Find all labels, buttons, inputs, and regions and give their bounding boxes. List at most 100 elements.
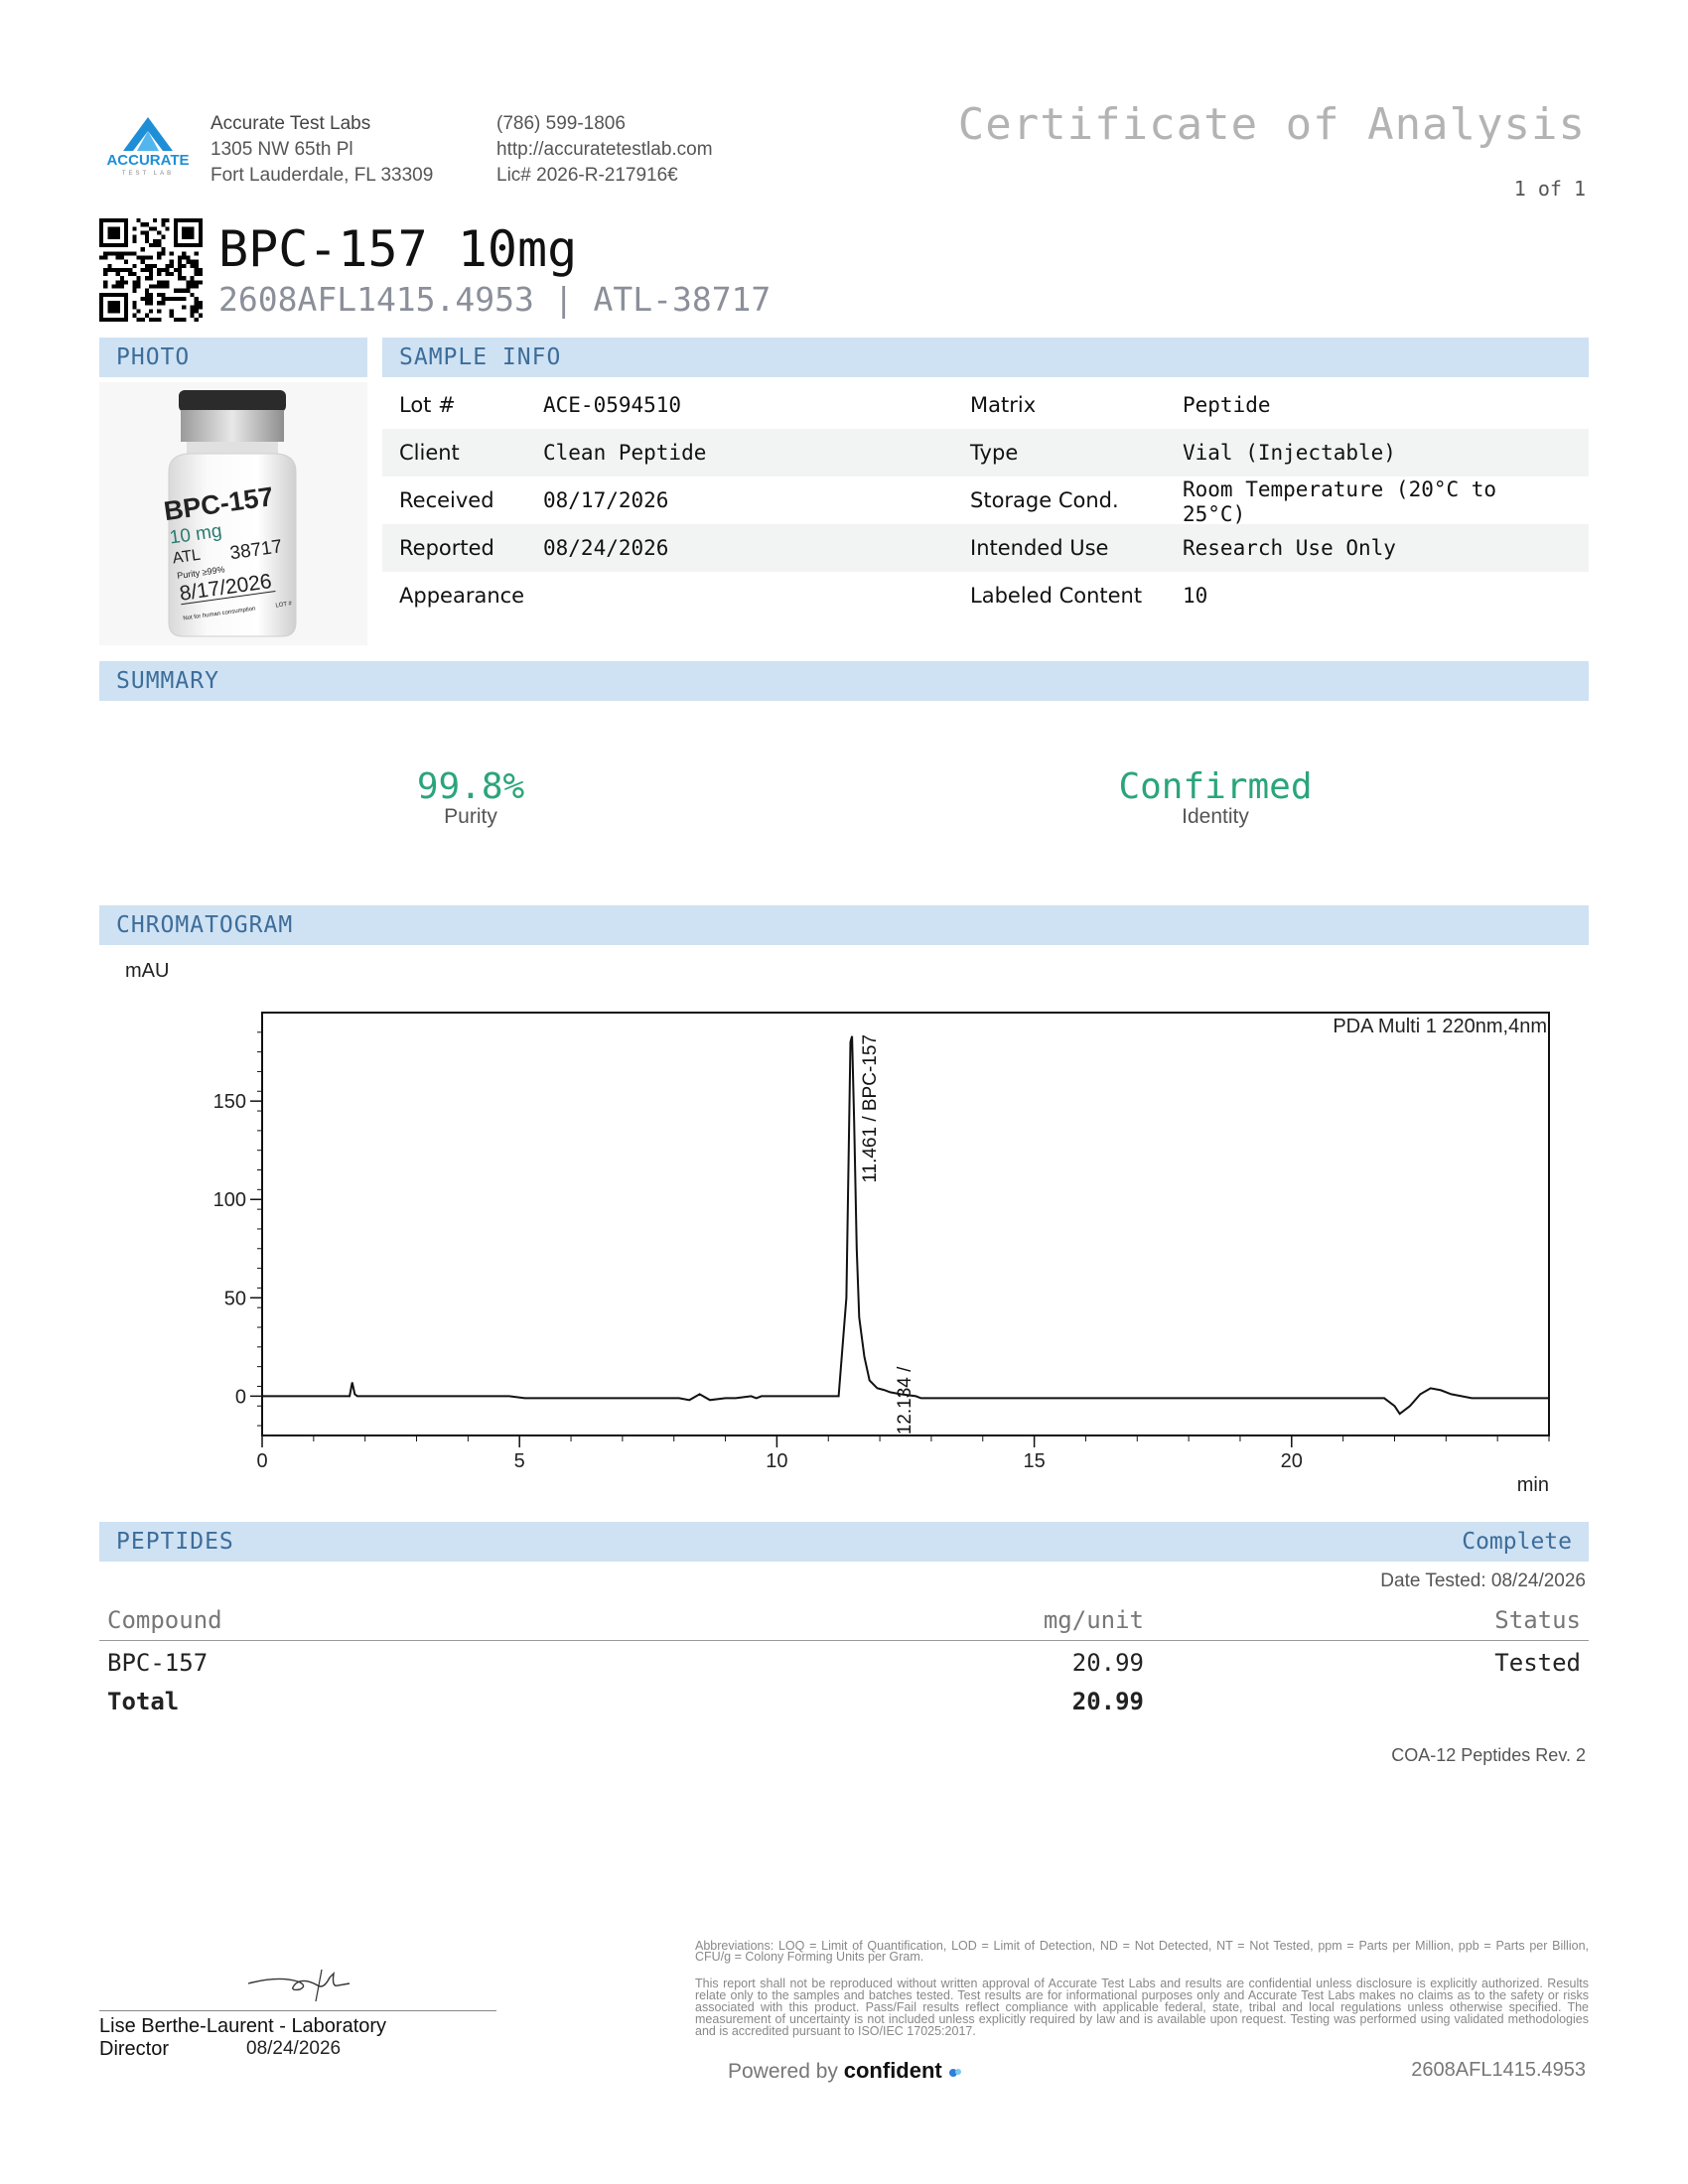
- date-tested: Date Tested: 08/24/2026: [1380, 1570, 1586, 1591]
- photo-section-bar: PHOTO: [99, 338, 367, 377]
- document-title: Certificate of Analysis: [957, 99, 1586, 150]
- reported-value: 08/24/2026: [543, 536, 669, 560]
- peptides-section-label: PEPTIDES: [116, 1529, 234, 1555]
- peak-label: 12.134 /: [895, 1366, 915, 1434]
- product-photo: BPC-157 10 mg ATL 38717 Purity ≥99% 8/17…: [99, 382, 367, 645]
- lab-website[interactable]: http://accuratetestlab.com: [496, 137, 713, 163]
- type-value: Vial (Injectable): [1183, 441, 1396, 465]
- peptides-status: Complete: [1462, 1529, 1572, 1555]
- form-revision: COA-12 Peptides Rev. 2: [1391, 1745, 1586, 1765]
- client-label: Client: [399, 441, 460, 465]
- received-label: Received: [399, 488, 494, 512]
- sample-info-row: Reported 08/24/2026 Intended Use Researc…: [382, 524, 1589, 572]
- x-tick-label: 15: [1023, 1450, 1045, 1472]
- signature-line: [99, 2010, 496, 2011]
- lot-value: ACE-0594510: [543, 393, 682, 417]
- lab-contact-block: (786) 599-1806 http://accuratetestlab.co…: [496, 111, 713, 189]
- identity-label: Identity: [1182, 805, 1249, 828]
- total-row: Total 20.99: [99, 1682, 1589, 1721]
- lot-label: Lot #: [399, 393, 456, 417]
- y-tick-label: 100: [213, 1189, 246, 1211]
- chromatogram-section-bar: CHROMATOGRAM: [99, 905, 1589, 945]
- total-amount: 20.99: [1071, 1688, 1144, 1715]
- appearance-label: Appearance: [399, 584, 525, 608]
- client-value: Clean Peptide: [543, 441, 707, 465]
- storage-label: Storage Cond.: [970, 488, 1119, 512]
- qr-code-icon[interactable]: [99, 218, 203, 322]
- photo-section-label: PHOTO: [116, 344, 191, 370]
- peptides-section-bar: PEPTIDES Complete: [99, 1522, 1589, 1562]
- total-label: Total: [107, 1688, 180, 1715]
- signature-date: 08/24/2026: [246, 2038, 342, 2059]
- table-row: BPC-157 20.99 Tested: [99, 1643, 1589, 1683]
- received-value: 08/17/2026: [543, 488, 669, 512]
- x-tick-label: 10: [766, 1450, 787, 1472]
- chromatogram-section-label: CHROMATOGRAM: [116, 912, 294, 938]
- labeled-content-label: Labeled Content: [970, 584, 1143, 608]
- intended-use-value: Research Use Only: [1183, 536, 1396, 560]
- sample-info-row: Received 08/17/2026 Storage Cond. Room T…: [382, 477, 1589, 526]
- amount-cell: 20.99: [1071, 1649, 1144, 1677]
- lab-address-block: Accurate Test Labs 1305 NW 65th Pl Fort …: [211, 111, 433, 189]
- y-axis-label: mAU: [125, 960, 169, 982]
- svg-text:ACCURATE: ACCURATE: [106, 152, 189, 169]
- peptides-table-header: Compound mg/unit Status: [99, 1600, 1589, 1641]
- sample-info-section-label: SAMPLE INFO: [399, 344, 562, 370]
- lab-phone: (786) 599-1806: [496, 113, 626, 134]
- detector-annotation: PDA Multi 1 220nm,4nm: [1333, 1016, 1547, 1037]
- page-number: 1 of 1: [1513, 177, 1586, 201]
- x-axis-label: min: [1517, 1474, 1549, 1496]
- summary-section-label: SUMMARY: [116, 668, 219, 694]
- lab-license: Lic# 2026-R-217916€: [496, 165, 678, 186]
- storage-value: Room Temperature (20°C to 25°C): [1183, 478, 1497, 526]
- chromatogram-chart: 0 50 100 150 0 5 10 15 20 mAU min PDA Multi 1 220nm…: [125, 960, 1550, 1496]
- signer-title: Director: [99, 2038, 170, 2060]
- legal-disclaimer: This report shall not be reproduced with…: [695, 1977, 1589, 2038]
- purity-metric: 99.8% Purity: [272, 766, 669, 829]
- signature-image: [247, 1969, 351, 2002]
- confident-brand[interactable]: confident: [844, 2058, 942, 2083]
- matrix-label: Matrix: [970, 393, 1037, 417]
- batch-line: 2608AFL1415.4953 | ATL-38717: [218, 280, 772, 319]
- powered-by-label: Powered by: [728, 2060, 838, 2083]
- sample-info-row: Lot # ACE-0594510 Matrix Peptide: [382, 381, 1589, 429]
- reported-label: Reported: [399, 536, 494, 560]
- labeled-content-value: 10: [1183, 584, 1208, 608]
- status-header: Status: [1494, 1606, 1581, 1634]
- accurate-logo: ACCURATE TEST LAB: [106, 117, 190, 177]
- y-tick-label: 150: [213, 1091, 246, 1113]
- peak-label: 11.461 / BPC-157: [860, 1034, 881, 1183]
- lab-address-line1: 1305 NW 65th Pl: [211, 139, 353, 160]
- footer-batch-id: 2608AFL1415.4953: [1411, 2059, 1586, 2081]
- sample-info-row: Appearance Labeled Content 10: [382, 572, 1589, 619]
- compound-header: Compound: [107, 1606, 222, 1634]
- status-cell: Tested: [1494, 1649, 1581, 1677]
- identity-metric: Confirmed Identity: [1017, 766, 1414, 829]
- sample-info-section-bar: SAMPLE INFO: [382, 338, 1589, 377]
- lab-name: Accurate Test Labs: [211, 113, 371, 134]
- identity-value: Confirmed: [1118, 766, 1313, 807]
- powered-by: Powered by confident: [728, 2058, 962, 2084]
- product-title: BPC-157 10mg: [218, 220, 578, 278]
- confident-logo-icon: [948, 2069, 961, 2077]
- matrix-value: Peptide: [1183, 393, 1271, 417]
- type-label: Type: [970, 441, 1019, 465]
- signer-name: Lise Berthe-Laurent - Laboratory: [99, 2015, 387, 2037]
- vial-image: BPC-157 10 mg ATL 38717 Purity ≥99% 8/17…: [162, 390, 297, 637]
- signer-block: Lise Berthe-Laurent - Laboratory Directo…: [99, 2015, 386, 2061]
- intended-use-label: Intended Use: [970, 536, 1109, 560]
- x-tick-label: 5: [514, 1450, 525, 1472]
- lab-address-line2: Fort Lauderdale, FL 33309: [211, 165, 434, 186]
- y-tick-label: 50: [224, 1288, 246, 1309]
- summary-section-bar: SUMMARY: [99, 661, 1589, 701]
- purity-label: Purity: [444, 805, 497, 828]
- x-tick-label: 20: [1281, 1450, 1303, 1472]
- compound-cell: BPC-157: [107, 1649, 209, 1677]
- amount-header: mg/unit: [1043, 1606, 1144, 1634]
- purity-value: 99.8%: [416, 766, 525, 807]
- abbreviations-note: Abbreviations: LOQ = Limit of Quantifica…: [695, 1939, 1589, 1964]
- x-tick-label: 0: [256, 1450, 267, 1472]
- sample-info-row: Client Clean Peptide Type Vial (Injectab…: [382, 429, 1589, 477]
- svg-text:TEST LAB: TEST LAB: [122, 171, 174, 177]
- chromatogram-trace: [262, 1035, 1549, 1416]
